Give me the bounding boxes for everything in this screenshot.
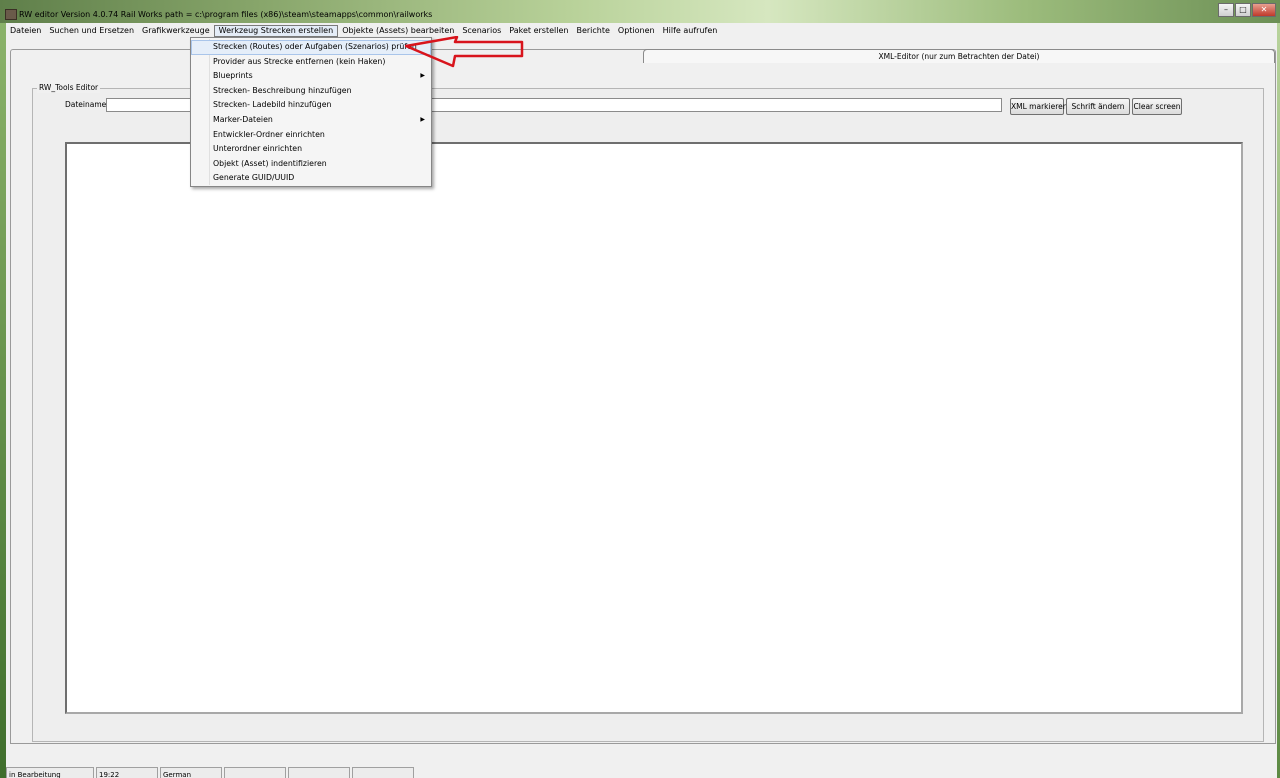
- menu-item-label: Strecken (Routes) oder Aufgaben (Szenari…: [213, 42, 417, 51]
- werkzeug-strecken-dropdown: Strecken (Routes) oder Aufgaben (Szenari…: [190, 37, 432, 187]
- menu-item-label: Strecken- Beschreibung hinzufügen: [213, 85, 352, 95]
- menu-item-marker-dateien[interactable]: Marker-Dateien ▶: [191, 113, 431, 128]
- menu-item-entwickler-ordner[interactable]: Entwickler-Ordner einrichten: [191, 128, 431, 143]
- menu-item-label: Generate GUID/UUID: [213, 173, 295, 183]
- menu-grafikwerkzeuge[interactable]: Grafikwerkzeuge: [138, 25, 214, 37]
- status-language: German: [160, 767, 222, 778]
- window-title: RW editor Version 4.0.74 Rail Works path…: [19, 10, 433, 19]
- filename-label: Dateiname:: [65, 100, 109, 109]
- menu-item-objekt-identifizieren[interactable]: Objekt (Asset) indentifizieren: [191, 157, 431, 172]
- menu-item-label: Blueprints: [213, 71, 253, 81]
- title-bar: RW editor Version 4.0.74 Rail Works path…: [0, 0, 1280, 23]
- menu-item-label: Marker-Dateien: [213, 114, 273, 124]
- maximize-button[interactable]: □: [1235, 3, 1251, 17]
- status-cell-6: [352, 767, 414, 778]
- menu-item-label: Entwickler-Ordner einrichten: [213, 129, 325, 139]
- menu-bar: Dateien Suchen und Ersetzen Grafikwerkze…: [6, 24, 1274, 38]
- status-cell-4: [224, 767, 286, 778]
- red-arrow-annotation-icon: [405, 36, 524, 68]
- status-time: 19:22: [96, 767, 158, 778]
- tab-xml-editor[interactable]: XML-Editor (nur zum Betrachten der Datei…: [643, 49, 1275, 63]
- status-bar: in Bearbeitung 19:22 German: [6, 767, 416, 778]
- menu-item-label: Objekt (Asset) indentifizieren: [213, 158, 327, 168]
- menu-optionen[interactable]: Optionen: [614, 25, 659, 37]
- status-state: in Bearbeitung: [6, 767, 94, 778]
- menu-item-blueprints[interactable]: Blueprints ▶: [191, 69, 431, 84]
- change-font-button[interactable]: Schrift ändern: [1066, 98, 1130, 115]
- menu-berichte[interactable]: Berichte: [572, 25, 613, 37]
- status-cell-5: [288, 767, 350, 778]
- menu-item-provider-entfernen[interactable]: Provider aus Strecke entfernen (kein Hak…: [191, 55, 431, 70]
- menu-hilfe[interactable]: Hilfe aufrufen: [659, 25, 722, 37]
- clear-screen-button[interactable]: Clear screen: [1132, 98, 1182, 115]
- xml-mark-button[interactable]: XML markieren: [1010, 98, 1067, 115]
- menu-dateien[interactable]: Dateien: [6, 25, 45, 37]
- menu-item-strecken-pruefen[interactable]: Strecken (Routes) oder Aufgaben (Szenari…: [191, 40, 431, 55]
- menu-item-unterordner[interactable]: Unterordner einrichten: [191, 142, 431, 157]
- menu-item-label: Provider aus Strecke entfernen (kein Hak…: [213, 56, 386, 66]
- menu-item-ladebild[interactable]: Strecken- Ladebild hinzufügen: [191, 98, 431, 113]
- close-button[interactable]: ✕: [1252, 3, 1276, 17]
- minimize-button[interactable]: –: [1218, 3, 1234, 17]
- menu-item-beschreibung[interactable]: Strecken- Beschreibung hinzufügen: [191, 84, 431, 99]
- submenu-arrow-icon: ▶: [420, 115, 425, 123]
- menu-suchen-ersetzen[interactable]: Suchen und Ersetzen: [45, 25, 138, 37]
- window-controls: – □ ✕: [1217, 3, 1276, 17]
- editor-textarea[interactable]: [65, 142, 1243, 714]
- app-icon: [5, 9, 17, 20]
- menu-item-label: Unterordner einrichten: [213, 144, 303, 154]
- submenu-arrow-icon: ▶: [420, 72, 425, 80]
- panel-title: RW_Tools Editor: [37, 83, 101, 93]
- menu-werkzeug-strecken[interactable]: Werkzeug Strecken erstellen: [213, 25, 339, 37]
- menu-item-generate-guid[interactable]: Generate GUID/UUID: [191, 171, 431, 186]
- menu-item-label: Strecken- Ladebild hinzufügen: [213, 100, 332, 110]
